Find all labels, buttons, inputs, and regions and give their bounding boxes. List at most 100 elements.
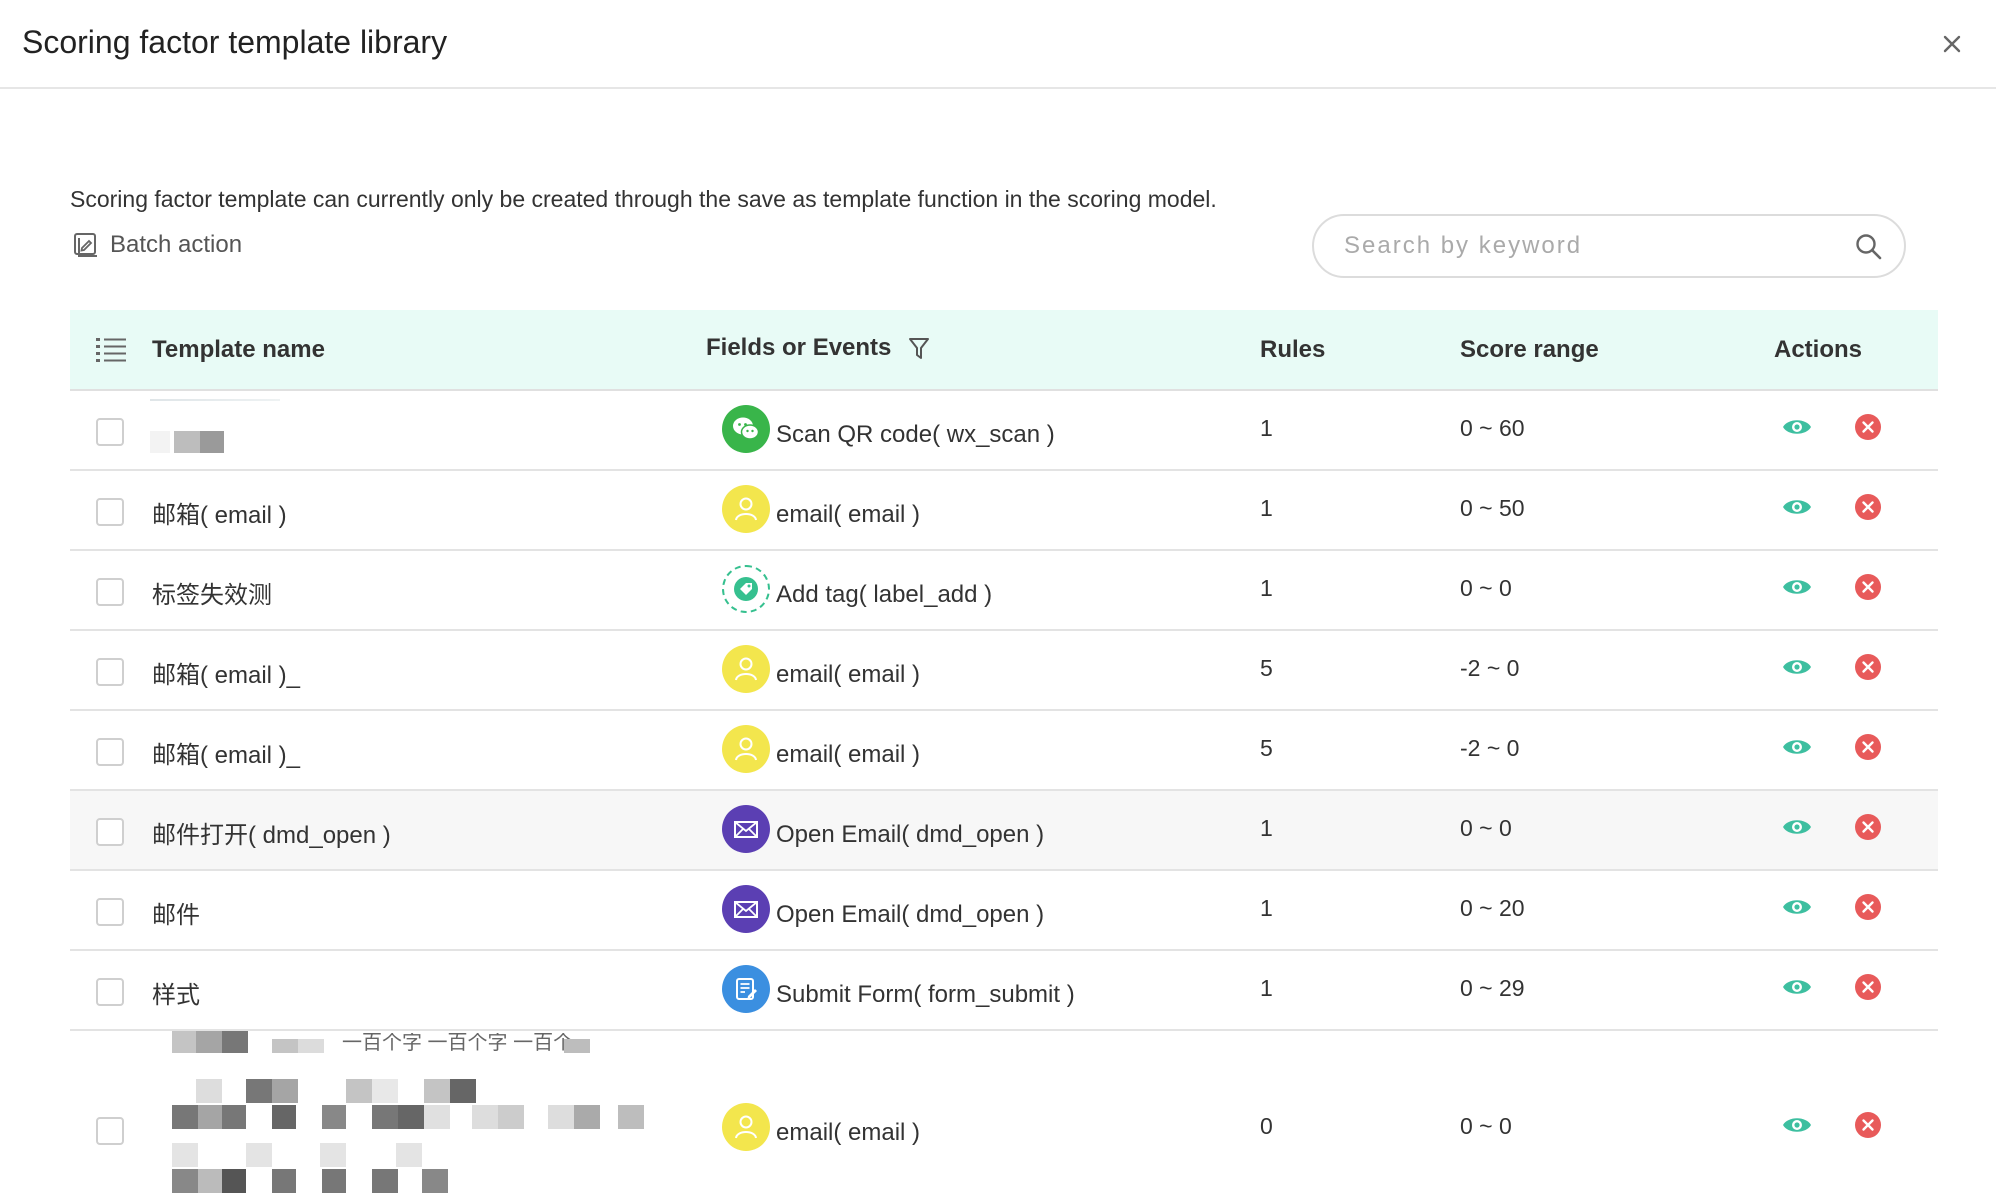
template-name: 邮件打开( dmd_open ) [152,822,391,849]
wechat-icon [722,405,770,453]
field-label: Open Email( dmd_open ) [776,821,1045,848]
search-box [1312,214,1906,278]
field-label: email( email ) [776,501,921,528]
template-name: 邮箱( email )_ [152,662,301,689]
score-range: 0 ~ 20 [1460,895,1525,921]
field-label: Submit Form( form_submit ) [776,981,1075,1008]
rules-count: 5 [1260,655,1273,681]
delete-icon[interactable] [1854,413,1882,441]
row-checkbox[interactable] [96,658,124,686]
column-header-score-range: Score range [1460,336,1599,363]
tag-icon [722,565,770,613]
view-eye-icon[interactable] [1782,895,1812,919]
score-range: -2 ~ 0 [1460,655,1520,681]
search-icon[interactable] [1854,232,1884,262]
delete-icon[interactable] [1854,813,1882,841]
row-checkbox[interactable] [96,898,124,926]
table-row: 邮件 Open Email( dmd_open ) 1 0 ~ 20 [70,871,1938,951]
column-settings-icon[interactable] [96,336,126,362]
score-range: -2 ~ 0 [1460,735,1520,761]
table-header: Template name Fields or Events Rules Sco… [70,310,1938,391]
search-input[interactable] [1344,226,1844,266]
field-cell: Open Email( dmd_open ) [722,805,1044,853]
delete-icon[interactable] [1854,733,1882,761]
template-name: 标签失效测 [152,582,272,609]
view-eye-icon[interactable] [1782,1113,1812,1137]
column-header-template-name: Template name [152,336,325,363]
delete-icon[interactable] [1854,973,1882,1001]
template-name: 样式 [152,982,200,1009]
score-range: 0 ~ 0 [1460,1113,1512,1139]
view-eye-icon[interactable] [1782,415,1812,439]
field-label: email( email ) [776,741,921,768]
row-checkbox[interactable] [96,578,124,606]
table-row: Scan QR code( wx_scan ) 1 0 ~ 60 [70,391,1938,471]
score-range: 0 ~ 0 [1460,815,1512,841]
user-icon [722,725,770,773]
delete-icon[interactable] [1854,653,1882,681]
mail-icon [722,885,770,933]
view-eye-icon[interactable] [1782,735,1812,759]
field-cell: Scan QR code( wx_scan ) [722,405,1055,453]
table-row: 邮箱( email )_ email( email ) 5 -2 ~ 0 [70,711,1938,791]
view-eye-icon[interactable] [1782,975,1812,999]
score-range: 0 ~ 50 [1460,495,1525,521]
template-table: Template name Fields or Events Rules Sco… [70,310,1938,1199]
row-checkbox[interactable] [96,418,124,446]
mail-icon [722,805,770,853]
table-row: 邮箱( email ) email( email ) 1 0 ~ 50 [70,471,1938,551]
field-cell: email( email ) [722,725,920,773]
batch-action-button[interactable]: Batch action [72,231,242,259]
view-eye-icon[interactable] [1782,575,1812,599]
rules-count: 1 [1260,575,1273,601]
field-cell: Open Email( dmd_open ) [722,885,1044,933]
batch-edit-icon [74,233,97,257]
user-icon [722,485,770,533]
field-label: Scan QR code( wx_scan ) [776,421,1055,448]
column-header-actions: Actions [1774,336,1863,363]
row-checkbox[interactable] [96,738,124,766]
column-header-fields: Fields or Events [706,334,930,362]
filter-icon[interactable] [908,337,930,361]
table-row: 邮箱( email )_ email( email ) 5 -2 ~ 0 [70,631,1938,711]
row-checkbox[interactable] [96,498,124,526]
field-cell: email( email ) [722,1103,920,1151]
field-cell: email( email ) [722,485,920,533]
dialog-header: Scoring factor template library [0,0,1996,89]
row-checkbox[interactable] [96,818,124,846]
column-header-rules: Rules [1260,336,1326,363]
form-icon [722,965,770,1013]
template-library-dialog: Scoring factor template library Scoring … [0,0,1996,1204]
score-range: 0 ~ 29 [1460,975,1525,1001]
batch-action-label: Batch action [110,231,243,258]
redacted-line [150,399,280,401]
row-checkbox[interactable] [96,978,124,1006]
score-range: 0 ~ 60 [1460,415,1525,441]
row-checkbox[interactable] [96,1117,124,1145]
field-label: email( email ) [776,1119,921,1146]
table-row: 邮件打开( dmd_open ) Open Email( dmd_open ) … [70,791,1938,871]
rules-count: 1 [1260,415,1273,441]
rules-count: 1 [1260,815,1273,841]
field-label: Open Email( dmd_open ) [776,901,1045,928]
view-eye-icon[interactable] [1782,655,1812,679]
delete-icon[interactable] [1854,1111,1882,1139]
template-name: 邮箱( email ) [152,502,287,529]
view-eye-icon[interactable] [1782,815,1812,839]
rules-count: 1 [1260,975,1273,1001]
delete-icon[interactable] [1854,893,1882,921]
template-name: 邮件 [152,902,200,929]
delete-icon[interactable] [1854,573,1882,601]
close-icon[interactable] [1932,24,1972,64]
rules-count: 0 [1260,1113,1273,1139]
rules-count: 1 [1260,495,1273,521]
score-range: 0 ~ 0 [1460,575,1512,601]
dialog-title: Scoring factor template library [22,24,448,60]
view-eye-icon[interactable] [1782,495,1812,519]
delete-icon[interactable] [1854,493,1882,521]
notice-text: Scoring factor template can currently on… [70,186,1217,212]
partial-template-text: 一百个字 一百个字 一百个 [342,1033,574,1053]
field-label: email( email ) [776,661,921,688]
user-icon [722,1103,770,1151]
user-icon [722,645,770,693]
